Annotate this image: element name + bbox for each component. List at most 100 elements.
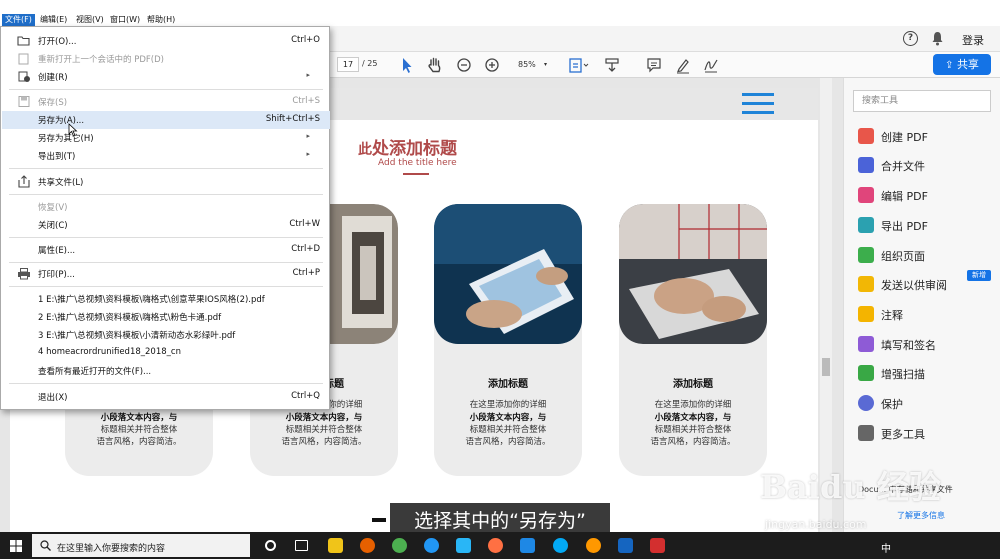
highlight-pen-icon[interactable] [675, 56, 691, 74]
scroll-mode-icon[interactable] [604, 56, 620, 74]
tool-label: 发送以供审阅 [881, 279, 947, 292]
share-button[interactable]: ⇪ 共享 [933, 54, 991, 75]
menu-recent-file[interactable]: 1 E:\推广\总视频\资料模板\嗨格式\创意苹果IOS风格(2).pdf [2, 290, 330, 308]
menu-recent-file[interactable]: 4 homeacrordrunified18_2018_cn [2, 344, 330, 362]
menu-export-to[interactable]: 导出到(T) ▸ [2, 147, 330, 165]
menu-window[interactable]: 窗口(W) [107, 14, 143, 26]
login-link[interactable]: 登录 [962, 32, 984, 48]
zoom-in-icon[interactable] [484, 56, 500, 74]
combine-files-icon [858, 157, 874, 173]
help-icon[interactable]: ? [903, 31, 918, 46]
learn-more-link[interactable]: 了解更多信息 [897, 510, 945, 521]
hand-icon[interactable] [427, 56, 443, 74]
menu-shortcut: Ctrl+S [292, 96, 320, 106]
menu-bar: 文件(F) 编辑(E) 视图(V) 窗口(W) 帮助(H) [0, 0, 1000, 26]
ie-icon[interactable] [553, 538, 568, 553]
menu-open[interactable]: 打开(O)... Ctrl+O [2, 32, 330, 50]
menu-label: 另存为其它(H) [38, 134, 94, 144]
save-icon [18, 96, 30, 107]
menu-exit[interactable]: 退出(X) Ctrl+Q [2, 388, 330, 406]
tool-label: 合并文件 [881, 160, 925, 173]
menu-label: 保存(S) [38, 98, 68, 108]
menu-revert[interactable]: 恢复(V) [2, 198, 330, 216]
file-explorer-icon[interactable] [328, 538, 343, 553]
menu-view-all-recent[interactable]: 查看所有最近打开的文件(F)... [2, 362, 330, 380]
menu-file[interactable]: 文件(F) [2, 14, 35, 26]
menu-create[interactable]: 创建(R) ▸ [2, 68, 330, 86]
app-icon[interactable] [456, 538, 471, 553]
tool-search-input[interactable]: 搜索工具 [853, 90, 991, 112]
title-underline [403, 173, 429, 175]
page-total: / 25 [362, 59, 378, 68]
menu-shortcut: Ctrl+P [292, 268, 320, 278]
zoom-out-icon[interactable] [456, 56, 472, 74]
submenu-arrow-icon: ▸ [306, 150, 310, 158]
menu-label: 导出到(T) [38, 152, 76, 162]
menu-save[interactable]: 保存(S) Ctrl+S [2, 93, 330, 111]
zoom-select[interactable]: 85% ▾ [512, 57, 554, 72]
scrollbar-thumb[interactable] [822, 358, 830, 376]
menu-label: 打开(O)... [38, 37, 77, 47]
edit-pdf-icon [858, 187, 874, 203]
wrench-icon [858, 425, 874, 441]
card-text: 语言风格，内容简洁。 [650, 437, 736, 447]
search-icon [40, 540, 51, 551]
page-number-input[interactable]: 17 [337, 57, 359, 72]
menu-label: 1 E:\推广\总视频\资料模板\嗨格式\创意苹果IOS风格(2).pdf [38, 295, 265, 305]
sign-icon[interactable] [703, 56, 719, 74]
menu-recent-file[interactable]: 3 E:\推广\总视频\资料模板\小清新动态水彩绿叶.pdf [2, 326, 330, 344]
menu-share-file[interactable]: 共享文件(L) [2, 173, 330, 191]
menu-divider [9, 194, 323, 195]
bell-icon[interactable] [931, 31, 944, 46]
menu-shortcut: Ctrl+O [291, 35, 320, 45]
submenu-arrow-icon: ▸ [306, 71, 310, 79]
acrobat-icon[interactable] [650, 538, 665, 553]
card-text: 小段落文本内容，与 [469, 413, 547, 423]
wps-icon[interactable] [618, 538, 633, 553]
menu-close[interactable]: 关闭(C) Ctrl+W [2, 216, 330, 234]
menu-properties[interactable]: 属性(E)... Ctrl+D [2, 241, 330, 259]
card-text: 标题相关并符合整体 [100, 425, 178, 435]
task-view-icon[interactable] [295, 540, 308, 551]
tool-label: 组织页面 [881, 250, 925, 263]
cortana-icon[interactable] [265, 540, 276, 551]
menu-shortcut: Ctrl+W [289, 219, 320, 229]
menu-reopen-session[interactable]: 重新打开上一个会话中的 PDF(D) [2, 50, 330, 68]
card-image [619, 204, 767, 344]
menu-divider [9, 237, 323, 238]
menu-print[interactable]: 打印(P)... Ctrl+P [2, 265, 330, 283]
edge-icon[interactable] [520, 538, 535, 553]
share-file-icon [18, 175, 30, 188]
chevron-down-icon: ▾ [544, 61, 548, 68]
share-label: 共享 [956, 58, 979, 71]
menu-divider [9, 89, 323, 90]
menu-label: 3 E:\推广\总视频\资料模板\小清新动态水彩绿叶.pdf [38, 331, 236, 341]
zoom-value: 85% [518, 60, 536, 69]
menu-save-as[interactable]: 另存为(A)... Shift+Ctrl+S [2, 111, 330, 129]
menu-recent-file[interactable]: 2 E:\推广\总视频\资料模板\嗨格式\粉色卡通.pdf [2, 308, 330, 326]
menu-shortcut: Ctrl+D [291, 244, 320, 254]
menu-view[interactable]: 视图(V) [73, 14, 107, 26]
app-icon[interactable] [586, 538, 601, 553]
app-icon[interactable] [488, 538, 503, 553]
chrome-icon[interactable] [392, 538, 407, 553]
card-title: 添加标题 [673, 379, 713, 390]
menu-divider [9, 286, 323, 287]
card-image [434, 204, 582, 344]
app-icon[interactable] [424, 538, 439, 553]
menu-save-as-other[interactable]: 另存为其它(H) ▸ [2, 129, 330, 147]
windows-start-icon[interactable] [10, 540, 22, 552]
page-view-icon[interactable] [568, 56, 590, 74]
firefox-icon[interactable] [360, 538, 375, 553]
select-cursor-icon[interactable] [400, 56, 414, 74]
watermark-logo: Baidu 经验 [760, 468, 941, 506]
card-text: 语言风格，内容简洁。 [96, 437, 182, 447]
comment-icon[interactable] [646, 56, 662, 74]
menu-edit[interactable]: 编辑(E) [37, 14, 70, 26]
new-badge: 新增 [967, 270, 991, 281]
folder-open-icon [17, 36, 30, 46]
menu-help[interactable]: 帮助(H) [144, 14, 178, 26]
ime-indicator[interactable]: 中 [881, 540, 891, 555]
organize-pages-icon [858, 247, 874, 263]
card-title: 添加标题 [488, 379, 528, 390]
